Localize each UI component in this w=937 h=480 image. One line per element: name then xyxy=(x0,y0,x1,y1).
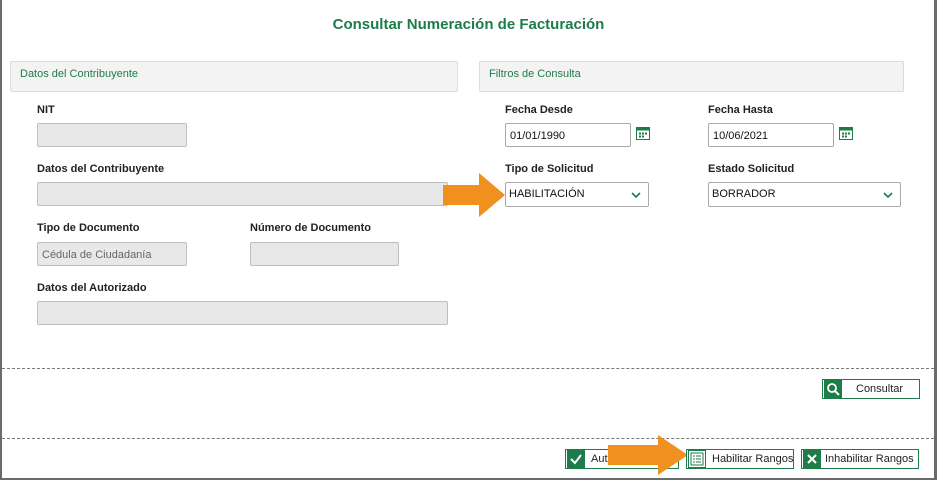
inhabilitar-rangos-label: Inhabilitar Rangos xyxy=(825,453,914,465)
search-icon xyxy=(824,380,842,398)
check-icon xyxy=(567,450,585,468)
nit-label: NIT xyxy=(37,104,55,116)
chevron-down-icon xyxy=(882,189,894,201)
numero-documento-label: Número de Documento xyxy=(250,222,372,234)
calendar-icon[interactable] xyxy=(839,126,853,140)
chevron-down-icon xyxy=(630,189,642,201)
tipo-documento-field[interactable]: Cédula de Ciudadanía xyxy=(37,242,187,266)
tipo-solicitud-label: Tipo de Solicitud xyxy=(505,163,594,175)
orange-arrow xyxy=(443,173,505,217)
section-header-filtros: Filtros de Consulta xyxy=(479,61,904,92)
estado-solicitud-label: Estado Solicitud xyxy=(708,163,795,175)
close-icon xyxy=(803,450,821,468)
orange-arrow xyxy=(608,435,688,475)
consultar-button[interactable]: Consultar xyxy=(822,379,920,399)
datos-contribuyente-field[interactable] xyxy=(37,182,448,206)
fecha-desde-label: Fecha Desde xyxy=(505,104,573,116)
consultar-button-label: Consultar xyxy=(856,383,904,395)
tipo-solicitud-select[interactable]: HABILITACIÓN xyxy=(505,182,649,207)
datos-autorizado-field[interactable] xyxy=(37,301,448,325)
datos-contribuyente-label: Datos del Contribuyente xyxy=(37,163,165,175)
tipo-documento-label: Tipo de Documento xyxy=(37,222,140,234)
nit-field[interactable] xyxy=(37,123,187,147)
datos-autorizado-label: Datos del Autorizado xyxy=(37,282,147,294)
tipo-solicitud-value: HABILITACIÓN xyxy=(509,188,585,200)
list-icon xyxy=(688,450,706,468)
fecha-desde-input[interactable]: 01/01/1990 xyxy=(505,123,631,147)
calendar-icon[interactable] xyxy=(636,126,650,140)
estado-solicitud-select[interactable]: BORRADOR xyxy=(708,182,901,207)
section-header-contribuyente: Datos del Contribuyente xyxy=(10,61,458,92)
fecha-hasta-input[interactable]: 10/06/2021 xyxy=(708,123,834,147)
page-title: Consultar Numeración de Facturación xyxy=(332,16,605,33)
numero-documento-field[interactable] xyxy=(250,242,399,266)
divider xyxy=(2,438,934,439)
fecha-hasta-label: Fecha Hasta xyxy=(708,104,773,116)
divider xyxy=(2,368,934,369)
habilitar-rangos-label: Habilitar Rangos xyxy=(712,453,794,465)
estado-solicitud-value: BORRADOR xyxy=(712,188,776,200)
inhabilitar-rangos-button[interactable]: Inhabilitar Rangos xyxy=(801,449,919,469)
habilitar-rangos-button[interactable]: Habilitar Rangos xyxy=(686,449,794,469)
